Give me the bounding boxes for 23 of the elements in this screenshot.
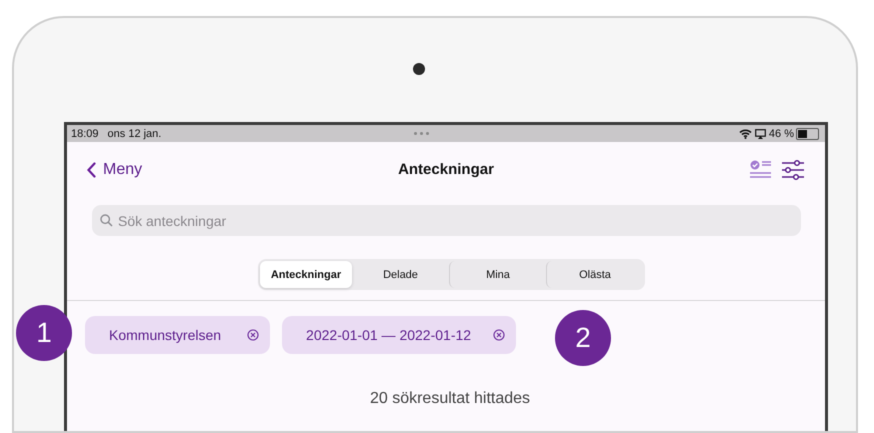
screen-mirroring-icon [754,128,766,138]
status-date: ons 12 jan. [108,128,162,140]
status-time: 18:09 [71,128,99,140]
segment-tab[interactable]: Delade [352,261,449,288]
result-count: 20 sökresultat hittades [368,390,532,408]
battery-percent: 46 % [768,128,794,140]
back-link[interactable]: Meny [87,160,142,178]
segment-tab[interactable]: Anteckningar [260,261,352,288]
segment-tab[interactable]: Olästa [546,261,643,288]
multitask-dots-icon [414,132,430,135]
battery-icon [796,128,819,140]
page-title: Anteckningar [398,161,494,178]
search-field[interactable]: Sök anteckningar [92,205,801,236]
clear-icon[interactable] [493,329,506,341]
filter-chip[interactable]: Kommunstyrelsen [85,316,270,354]
chevron-left-icon[interactable] [87,162,96,178]
filter-chip[interactable]: 2022-01-01 — 2022-01-12 [282,316,516,354]
settings-sliders-icon[interactable] [781,158,805,180]
clear-icon[interactable] [247,329,260,341]
wifi-icon [738,128,752,138]
segment-tab[interactable]: Mina [449,261,546,288]
checklist-icon[interactable] [749,158,773,180]
camera-dot [413,63,425,75]
